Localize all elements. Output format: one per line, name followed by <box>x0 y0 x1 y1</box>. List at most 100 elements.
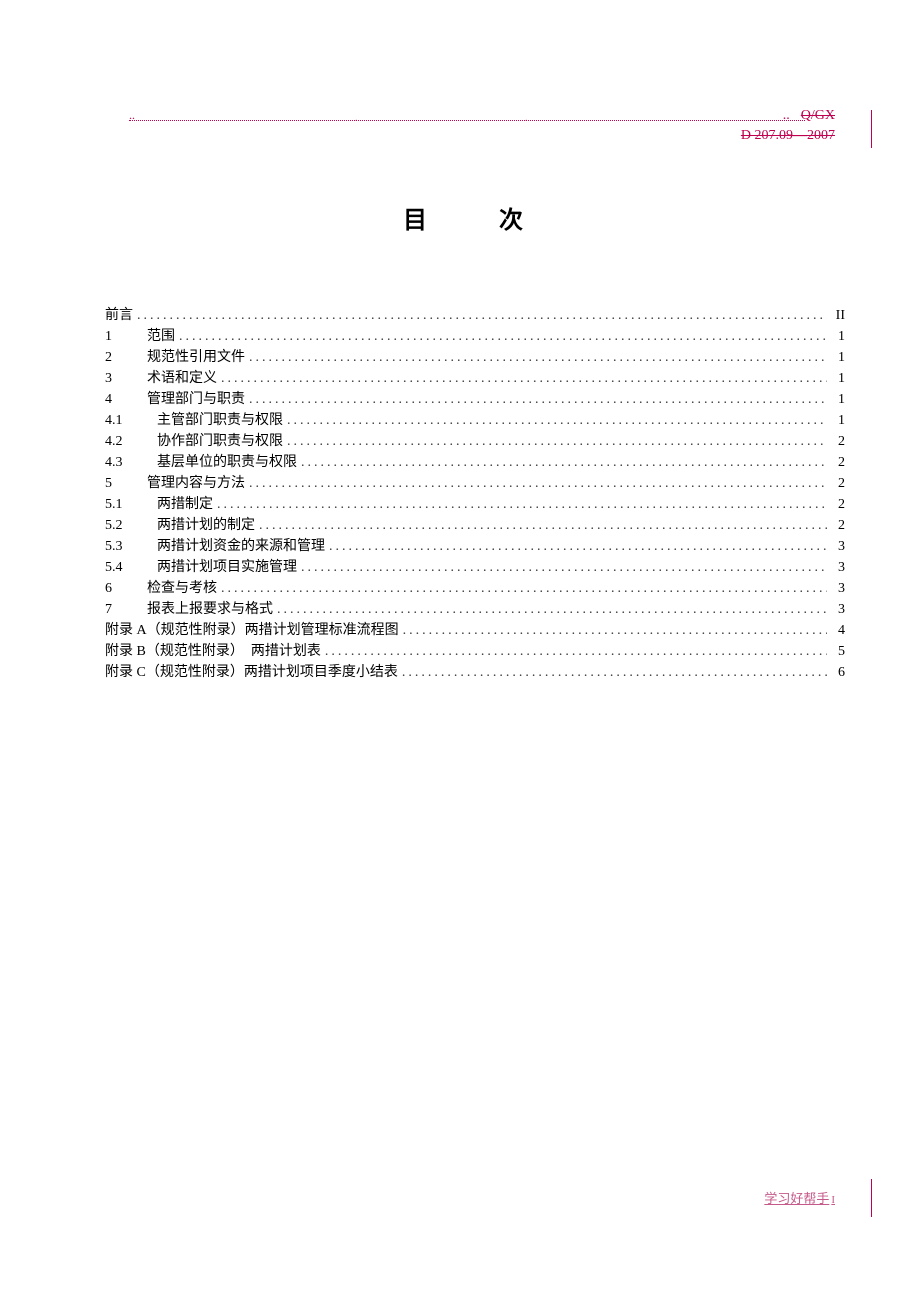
toc-leader-dots <box>133 305 827 326</box>
toc-entry: 3术语和定义 1 <box>105 368 845 389</box>
toc-page-number: 1 <box>827 326 845 347</box>
toc-entry: 前言 II <box>105 305 845 326</box>
toc-leader-dots <box>398 662 827 683</box>
toc-page-number: 6 <box>827 662 845 683</box>
toc-leader-dots <box>217 368 827 389</box>
toc-leader-dots <box>283 431 827 452</box>
table-of-contents: 前言II1范围12规范性引用文件13术语和定义14管理部门与职责14.1主管部门… <box>105 305 845 683</box>
toc-leader-dots <box>245 347 827 368</box>
header-decoration: . <box>355 113 358 124</box>
toc-entry: 附录 A（规范性附录）两措计划管理标准流程图 4 <box>105 620 845 641</box>
toc-page-number: II <box>827 305 845 326</box>
toc-page-number: 2 <box>827 452 845 473</box>
toc-leader-dots <box>399 620 827 641</box>
toc-title: 两措计划项目实施管理 <box>157 557 297 578</box>
toc-entry: 5.4两措计划项目实施管理 3 <box>105 557 845 578</box>
revision-bar <box>871 1179 872 1217</box>
toc-number: 2 <box>105 347 147 368</box>
toc-entry: 5.2两措计划的制定 2 <box>105 515 845 536</box>
toc-entry: 5.1两措制定 2 <box>105 494 845 515</box>
toc-page-number: 1 <box>827 347 845 368</box>
toc-entry: 7报表上报要求与格式 3 <box>105 599 845 620</box>
toc-title: 两措计划资金的来源和管理 <box>157 536 325 557</box>
toc-title: 规范性引用文件 <box>147 347 245 368</box>
toc-page-number: 3 <box>827 599 845 620</box>
toc-title: 两措计划的制定 <box>157 515 255 536</box>
toc-number: 5.3 <box>105 536 157 557</box>
toc-title: 主管部门职责与权限 <box>157 410 283 431</box>
header-decoration: . <box>525 113 528 124</box>
doc-code-line1: Q/GX <box>801 108 835 124</box>
revision-bar <box>871 110 872 148</box>
toc-number: 4.2 <box>105 431 157 452</box>
header-underline <box>129 120 805 121</box>
toc-leader-dots <box>325 536 827 557</box>
toc-page-number: 3 <box>827 536 845 557</box>
toc-page-number: 3 <box>827 557 845 578</box>
toc-number: 4 <box>105 389 147 410</box>
doc-code-line2: D 207.09—2007 <box>741 128 835 144</box>
toc-page-number: 2 <box>827 515 845 536</box>
toc-page-number: 2 <box>827 494 845 515</box>
toc-title: 术语和定义 <box>147 368 217 389</box>
toc-number: 3 <box>105 368 147 389</box>
toc-title: 协作部门职责与权限 <box>157 431 283 452</box>
toc-entry: 6检查与考核 3 <box>105 578 845 599</box>
toc-page-number: 5 <box>827 641 845 662</box>
toc-page-number: 3 <box>827 578 845 599</box>
toc-leader-dots <box>321 641 827 662</box>
toc-entry: 5管理内容与方法 2 <box>105 473 845 494</box>
toc-number: 5.4 <box>105 557 157 578</box>
toc-number: 7 <box>105 599 147 620</box>
toc-title: 两措制定 <box>157 494 213 515</box>
toc-leader-dots <box>255 515 827 536</box>
toc-entry: 4.2协作部门职责与权限 2 <box>105 431 845 452</box>
toc-page-number: 2 <box>827 473 845 494</box>
footer-label: 学习好帮手 <box>764 1191 829 1206</box>
toc-number: 1 <box>105 326 147 347</box>
page-footer: 学习好帮手I <box>764 1188 835 1207</box>
toc-number: 5 <box>105 473 147 494</box>
toc-title: 基层单位的职责与权限 <box>157 452 297 473</box>
toc-number: 5.2 <box>105 515 157 536</box>
toc-leader-dots <box>297 452 827 473</box>
toc-title: 范围 <box>147 326 175 347</box>
toc-title: 附录 A（规范性附录）两措计划管理标准流程图 <box>105 620 399 641</box>
toc-leader-dots <box>297 557 827 578</box>
toc-page-number: 2 <box>827 431 845 452</box>
page-header: .. . . Q/GX D 207.09—2007 <box>105 110 845 150</box>
toc-number: 4.1 <box>105 410 157 431</box>
toc-leader-dots <box>245 473 827 494</box>
toc-title: 附录 C（规范性附录）两措计划项目季度小结表 <box>105 662 398 683</box>
toc-leader-dots <box>217 578 827 599</box>
toc-number: 6 <box>105 578 147 599</box>
toc-leader-dots <box>175 326 827 347</box>
toc-entry: 附录 C（规范性附录）两措计划项目季度小结表 6 <box>105 662 845 683</box>
toc-title: 检查与考核 <box>147 578 217 599</box>
toc-page-number: 4 <box>827 620 845 641</box>
toc-leader-dots <box>283 410 827 431</box>
document-page: .. . . Q/GX D 207.09—2007 目 次 前言II1范围12规… <box>0 0 920 1302</box>
toc-number: 5.1 <box>105 494 157 515</box>
toc-entry: 1范围1 <box>105 326 845 347</box>
toc-entry: 2规范性引用文件 1 <box>105 347 845 368</box>
toc-leader-dots <box>213 494 827 515</box>
toc-title: 前言 <box>105 305 133 326</box>
toc-entry: 4.3基层单位的职责与权限 2 <box>105 452 845 473</box>
toc-entry: 附录 B（规范性附录） 两措计划表 5 <box>105 641 845 662</box>
toc-leader-dots <box>273 599 827 620</box>
footer-page-mark: I <box>831 1194 835 1206</box>
toc-title: 报表上报要求与格式 <box>147 599 273 620</box>
toc-title: 管理内容与方法 <box>147 473 245 494</box>
page-title: 目 次 <box>105 200 845 235</box>
toc-leader-dots <box>245 389 827 410</box>
toc-entry: 5.3两措计划资金的来源和管理 3 <box>105 536 845 557</box>
toc-entry: 4管理部门与职责 1 <box>105 389 845 410</box>
toc-page-number: 1 <box>827 368 845 389</box>
toc-page-number: 1 <box>827 410 845 431</box>
toc-number: 4.3 <box>105 452 157 473</box>
toc-title: 管理部门与职责 <box>147 389 245 410</box>
toc-title: 附录 B（规范性附录） 两措计划表 <box>105 641 321 662</box>
toc-page-number: 1 <box>827 389 845 410</box>
toc-entry: 4.1主管部门职责与权限 1 <box>105 410 845 431</box>
